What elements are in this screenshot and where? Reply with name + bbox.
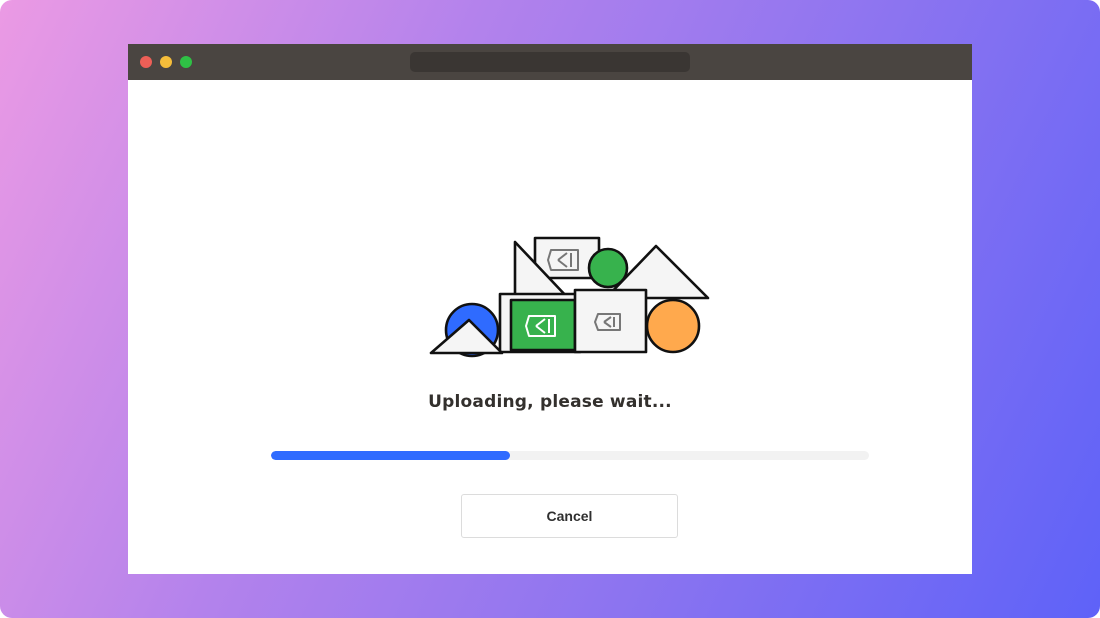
gradient-backdrop: Uploading, please wait... Cancel [0, 0, 1100, 618]
minimize-window-icon[interactable] [160, 56, 172, 68]
upload-status-text: Uploading, please wait... [428, 392, 672, 412]
upload-progress-bar [271, 451, 869, 460]
browser-window: Uploading, please wait... Cancel [128, 44, 972, 574]
stacked-shapes-illustration-icon [428, 234, 712, 358]
close-window-icon[interactable] [140, 56, 152, 68]
window-titlebar [128, 44, 972, 80]
upload-progress-fill [271, 451, 511, 460]
address-bar[interactable] [410, 52, 690, 72]
maximize-window-icon[interactable] [180, 56, 192, 68]
cancel-button[interactable]: Cancel [461, 494, 678, 538]
